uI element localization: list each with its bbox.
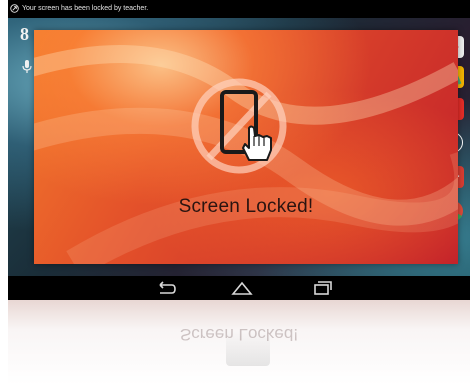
home-icon[interactable] — [230, 279, 254, 297]
tablet-prohibited-icon — [191, 78, 287, 174]
recents-icon[interactable] — [310, 279, 334, 297]
status-bar: Your screen has been locked by teacher. — [8, 0, 470, 18]
status-message: Your screen has been locked by teacher. — [22, 5, 149, 12]
back-icon[interactable] — [154, 279, 178, 297]
screen-reflection: Screen Locked! — [8, 300, 470, 385]
microphone-icon[interactable] — [22, 60, 32, 74]
tablet-screen: Your screen has been locked by teacher. … — [8, 0, 470, 300]
navigation-bar — [8, 276, 470, 300]
lock-title: Screen Locked! — [178, 196, 314, 217]
reflected-lock-title: Screen Locked! — [179, 325, 299, 344]
lock-badge-icon — [10, 4, 19, 13]
screen-lock-overlay: Screen Locked! — [34, 30, 458, 264]
google-search-icon[interactable]: 8 — [20, 24, 29, 45]
